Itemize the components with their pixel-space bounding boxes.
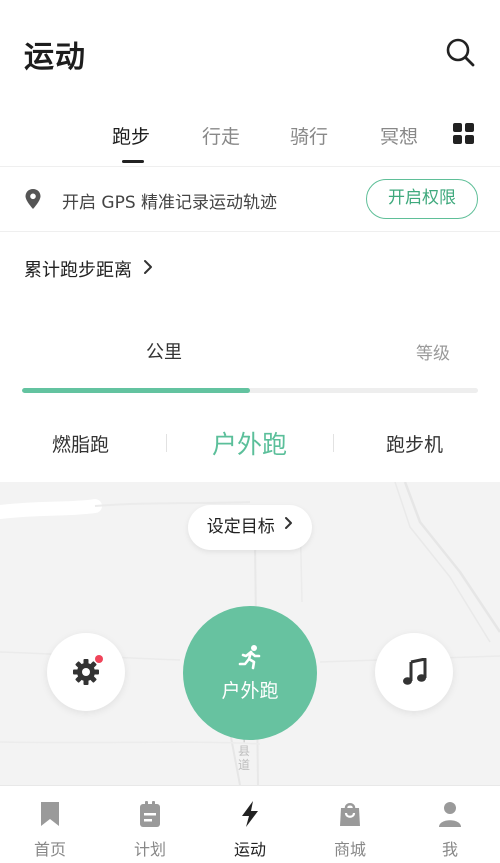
- start-button-label: 户外跑: [221, 680, 279, 702]
- nav-label: 运动: [233, 840, 266, 859]
- header: 运动: [0, 0, 500, 100]
- sport-tabs: 跑步 行走 骑行 冥想: [0, 100, 500, 164]
- mode-treadmill[interactable]: 跑步机: [386, 430, 443, 457]
- nav-me[interactable]: 我: [400, 786, 500, 863]
- start-outdoor-run-button[interactable]: 户外跑: [183, 606, 317, 740]
- nav-label: 我: [441, 840, 458, 859]
- total-distance-label: 累计跑步距离: [24, 260, 132, 281]
- runner-icon: [238, 645, 261, 670]
- total-distance-link[interactable]: 累计跑步距离: [24, 256, 153, 282]
- unit-level: 等级: [416, 344, 450, 364]
- mode-fat-burn[interactable]: 燃脂跑: [52, 430, 109, 457]
- nav-label: 计划: [133, 840, 166, 859]
- tab-walking[interactable]: 行走: [202, 122, 240, 149]
- clipboard-icon: [140, 801, 160, 827]
- set-goal-label: 设定目标: [206, 517, 275, 537]
- nav-label: 商城: [333, 840, 366, 859]
- grid-icon[interactable]: [452, 122, 476, 146]
- music-button[interactable]: [375, 633, 453, 711]
- chevron-right-icon: [143, 259, 153, 279]
- chevron-right-icon: [284, 503, 293, 548]
- nav-label: 首页: [33, 840, 66, 859]
- page-title: 运动: [24, 40, 86, 75]
- unit-km: 公里: [146, 342, 182, 363]
- bottom-nav: 首页 计划 运动 商城 我: [0, 785, 500, 863]
- mode-divider: [166, 434, 167, 452]
- run-settings-button[interactable]: [47, 633, 125, 711]
- run-mode-selector: 燃脂跑 户外跑 跑步机: [0, 420, 500, 470]
- notification-dot: [95, 655, 103, 663]
- nav-sport[interactable]: 运动: [200, 786, 300, 863]
- nav-shop[interactable]: 商城: [300, 786, 400, 863]
- mode-divider: [333, 434, 334, 452]
- active-tab-indicator: [122, 160, 144, 163]
- nav-home[interactable]: 首页: [0, 786, 100, 863]
- location-pin-icon: [24, 188, 42, 210]
- tab-cycling[interactable]: 骑行: [290, 122, 328, 149]
- music-note-icon: [403, 658, 427, 685]
- nav-plan[interactable]: 计划: [100, 786, 200, 863]
- enable-permission-button[interactable]: 开启权限: [366, 179, 478, 219]
- lightning-icon: [242, 801, 258, 827]
- unit-row: 公里 等级: [0, 334, 500, 364]
- distance-progress-fill: [22, 388, 250, 393]
- search-icon[interactable]: [440, 32, 480, 72]
- person-icon: [439, 802, 461, 827]
- distance-progress-track: [22, 388, 478, 393]
- shopping-bag-icon: [340, 803, 360, 826]
- gps-banner: 开启 GPS 精准记录运动轨迹 开启权限: [0, 166, 500, 232]
- mode-outdoor[interactable]: 户外跑: [212, 425, 287, 461]
- tab-meditation[interactable]: 冥想: [380, 122, 418, 149]
- bookmark-icon: [41, 802, 59, 826]
- tab-running[interactable]: 跑步: [112, 122, 150, 149]
- set-goal-button[interactable]: 设定目标: [188, 505, 312, 550]
- gps-message: 开启 GPS 精准记录运动轨迹: [62, 193, 278, 213]
